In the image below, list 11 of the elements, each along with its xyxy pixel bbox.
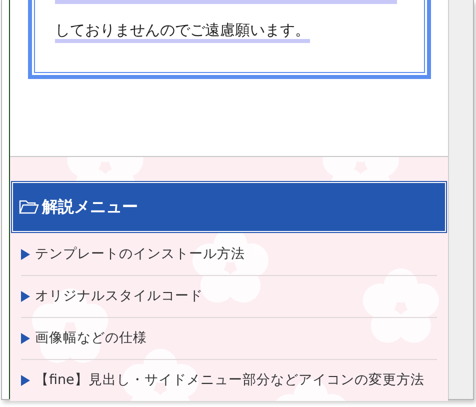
menu-link[interactable]: テンプレートのインストール方法 bbox=[21, 244, 245, 264]
triangle-icon bbox=[21, 375, 30, 386]
folder-icon bbox=[19, 199, 39, 215]
triangle-icon bbox=[21, 291, 30, 302]
menu-link[interactable]: 画像幅などの仕様 bbox=[21, 328, 147, 349]
notice-text: しておりませんのでご遠慮願います。 bbox=[55, 21, 310, 43]
menu-title: 解説メニュー bbox=[42, 196, 138, 218]
menu-link[interactable]: 【fine】見出し・サイドメニュー部分などアイコンの変更方法 bbox=[21, 370, 424, 391]
triangle-icon bbox=[21, 248, 30, 260]
menu-link[interactable]: オリジナルスタイルコード bbox=[21, 286, 203, 307]
triangle-icon bbox=[21, 333, 30, 344]
